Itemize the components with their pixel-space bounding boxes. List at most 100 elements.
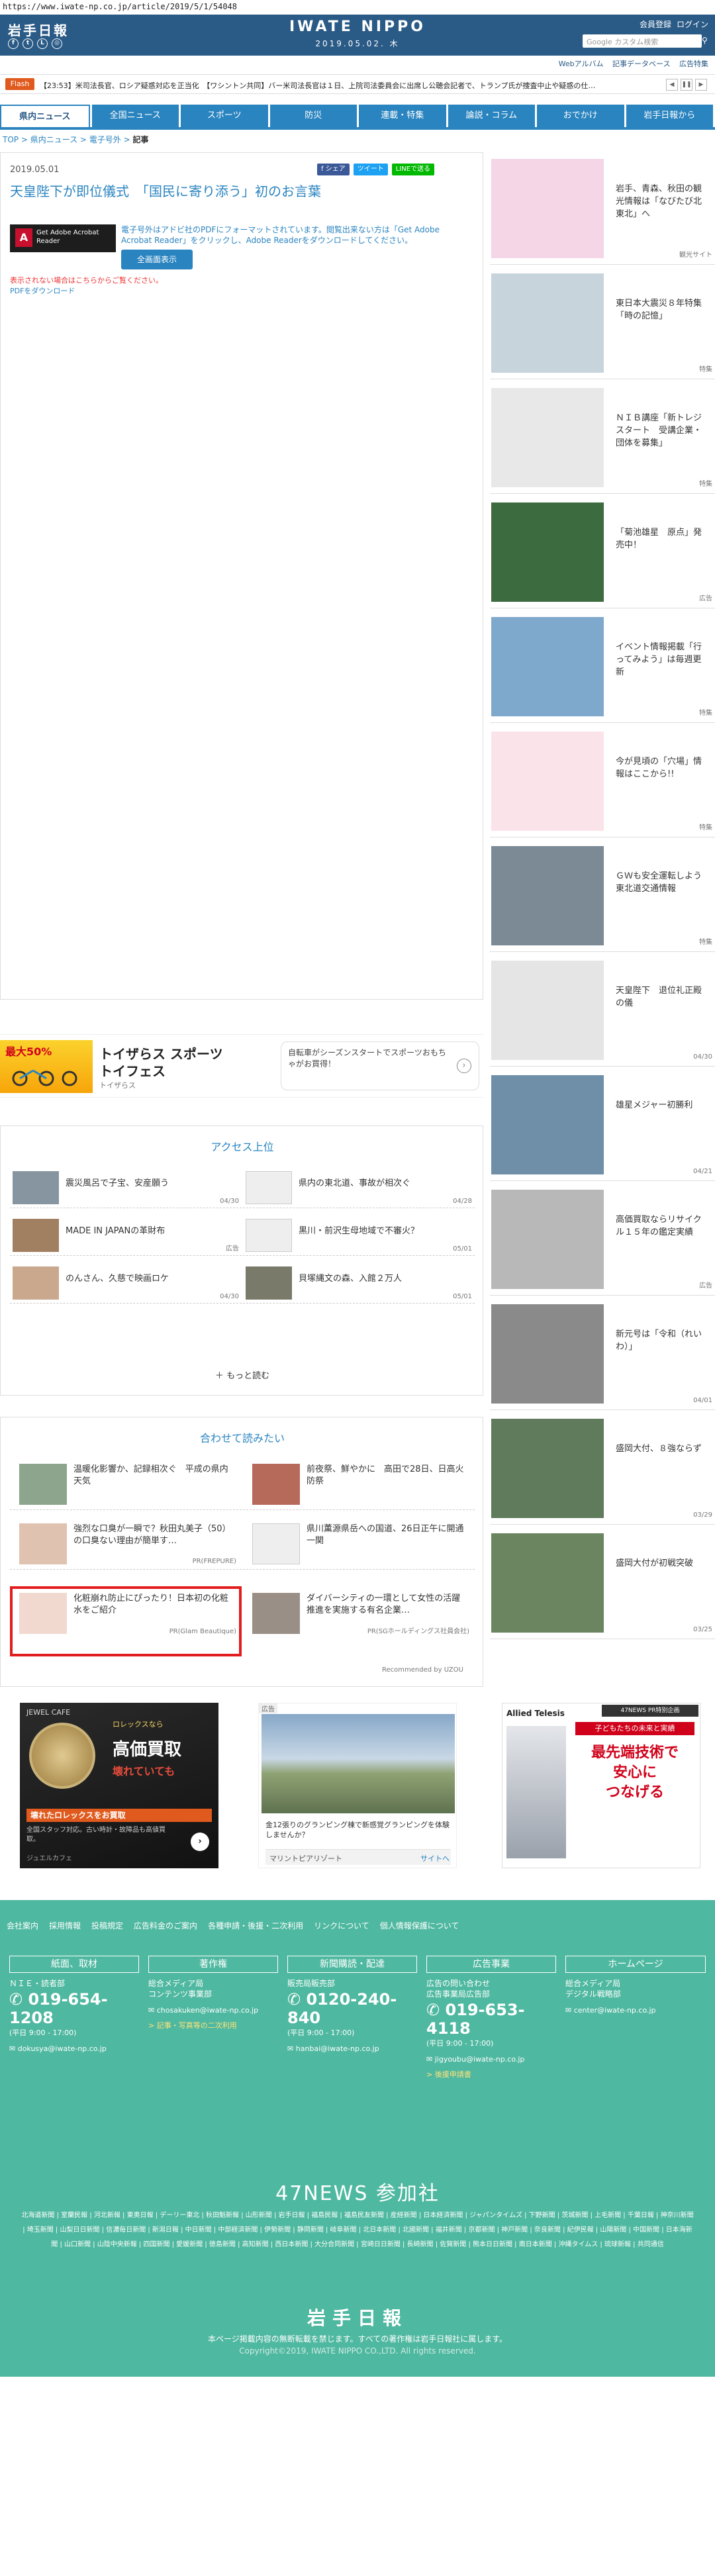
sidebar-item[interactable]: 天皇陛下 退位礼正殿の儀 04/30 <box>490 954 715 1067</box>
chevron-right-icon[interactable]: › <box>191 1833 209 1851</box>
site-logo[interactable]: 岩手日報 <box>8 20 87 38</box>
related-text: 強烈な口臭が一瞬で？秋田丸美子（50）の口臭ない理由が簡単す… <box>73 1524 231 1546</box>
toysrus-badge: 最大50% <box>5 1045 52 1058</box>
search-input[interactable]: Google カスタム検索 <box>583 34 702 48</box>
login-link[interactable]: ログイン <box>677 19 708 30</box>
ranking-item[interactable]: 貝塚縄文の森、入館２万人 05/01 <box>243 1261 475 1304</box>
sidebar-tag: 観光サイト <box>679 252 712 259</box>
breadcrumb-extra[interactable]: 電子号外 <box>89 135 121 144</box>
toysrus-ad[interactable]: 最大50% トイザらス スポーツ トイフェス トイザらス 自転車がシーズンスター… <box>0 1034 483 1098</box>
twitter-icon[interactable]: t <box>23 38 33 49</box>
tweet-button[interactable]: ツイート <box>353 164 388 175</box>
sidebar-tag: 特集 <box>699 481 712 488</box>
sidebar-thumbnail <box>491 159 604 258</box>
news47-list[interactable]: 北海道新聞 | 室蘭民報 | 河北新報 | 東奥日報 | デーリー東北 | 秋田… <box>20 2209 695 2252</box>
pdf-warning-link[interactable]: 表示されない場合はこちらからご覧ください。 <box>10 276 163 285</box>
sidebar-item[interactable]: 盛岡大付が初戦突破 03/25 <box>490 1527 715 1639</box>
breadcrumb-local[interactable]: 県内ニュース <box>30 135 77 144</box>
facebook-share-button[interactable]: f シェア <box>317 164 350 175</box>
nav-editorial[interactable]: 論説・コラム <box>448 105 535 127</box>
copyright: Copyright©2019, IWATE NIPPO CO.,LTD. All… <box>239 2346 476 2356</box>
sidebar-item[interactable]: 岩手、青森、秋田の観光情報は「なびたび北東北」へ 観光サイト <box>490 152 715 265</box>
sidebar-item[interactable]: イベント情報掲載「行ってみよう」は毎週更新 特集 <box>490 610 715 723</box>
glamping-ad[interactable]: 広告 金12張りのグランピング棟で新感覚グランピングを体験しませんか？ マリント… <box>258 1703 457 1868</box>
sponsorship-link[interactable]: > 後援申請書 <box>426 2069 556 2079</box>
instagram-icon[interactable]: ◎ <box>52 38 62 49</box>
nav-national-news[interactable]: 全国ニュース <box>91 105 179 127</box>
footer-link[interactable]: 個人情報保護について <box>380 1920 459 1931</box>
sidebar-item[interactable]: 東日本大震災８年特集「時の記憶」 特集 <box>490 267 715 379</box>
sidebar-item[interactable]: 今が見頃の「穴場」情報はここから!! 特集 <box>490 725 715 837</box>
line-share-button[interactable]: LINEで送る <box>391 164 435 175</box>
sidebar-thumbnail <box>491 1190 604 1289</box>
email-link[interactable]: ✉ hanbai@iwate-np.co.jp <box>287 2044 417 2053</box>
flash-prev-icon[interactable]: ◀ <box>666 79 678 91</box>
article-db-link[interactable]: 記事データベース <box>612 60 670 68</box>
flash-pause-icon[interactable]: ❚❚ <box>681 79 692 91</box>
phone-number[interactable]: ✆ 0120-240-840 <box>287 1990 417 2027</box>
allied-telesis-ad[interactable]: Allied Telesis 子どもたちの未来と実績 最先端技術で 安心に つな… <box>502 1703 700 1868</box>
ad-special-link[interactable]: 広告特集 <box>679 60 708 68</box>
flash-text[interactable]: 【23:53】米司法長官、ロシア疑惑対応を正当化 【ワシントン共同】バー米司法長… <box>40 80 642 91</box>
ranking-item[interactable]: のんさん、久慈で映画ロケ 04/30 <box>10 1261 242 1304</box>
nav-sports[interactable]: スポーツ <box>181 105 268 127</box>
related-item[interactable]: 前夜祭、鮮やかに 高田で28日、日高火防祭 <box>243 1457 475 1510</box>
facebook-icon[interactable]: f <box>8 38 19 49</box>
footer-link[interactable]: 会社案内 <box>7 1920 38 1931</box>
nav-local-news[interactable]: 県内ニュース <box>0 105 90 127</box>
search-icon[interactable]: ⚲ <box>702 36 711 45</box>
sidebar-item[interactable]: 雄星メジャー初勝利 04/21 <box>490 1069 715 1181</box>
reuse-link[interactable]: > 記事・写真等の二次利用 <box>148 2020 278 2030</box>
breadcrumb-top[interactable]: TOP <box>3 135 19 144</box>
ranking-item[interactable]: MADE IN JAPANの革財布 広告 <box>10 1214 242 1256</box>
more-button[interactable]: ＋ もっと読む <box>1 1368 484 1381</box>
uzou-credit[interactable]: Recommended by UZOU <box>382 1666 463 1674</box>
phone-number[interactable]: ✆ 019-654-1208 <box>9 1990 139 2027</box>
chevron-right-icon[interactable]: › <box>457 1059 471 1073</box>
ranking-item[interactable]: 県内の東北道、事故が相次ぐ 04/28 <box>243 1166 475 1208</box>
toysrus-description: 自転車がシーズンスタートでスポーツおもちゃがお買得！ <box>281 1041 479 1090</box>
footer-link[interactable]: 広告料金のご案内 <box>134 1920 197 1931</box>
fullscreen-button[interactable]: 全画面表示 <box>121 250 193 269</box>
sidebar-item[interactable]: 新元号は「令和（れいわ）」 04/01 <box>490 1298 715 1410</box>
register-link[interactable]: 会員登録 <box>640 19 671 30</box>
sidebar-item[interactable]: 「菊池雄星 原点」発売中！ 広告 <box>490 496 715 608</box>
footer-link[interactable]: 投稿規定 <box>91 1920 123 1931</box>
rolex-ad[interactable]: JEWEL CAFE ロレックスなら 高価買取 壊れていても 壊れたロレックスを… <box>20 1703 218 1868</box>
email-link[interactable]: ✉ chosakuken@iwate-np.co.jp <box>148 2006 278 2015</box>
rolex-vertical: 壊れていても <box>113 1765 175 1778</box>
nav-outing[interactable]: おでかけ <box>537 105 624 127</box>
related-item[interactable]: 県川薫源県岳への国道、26日正午に開通 一関 <box>243 1517 475 1570</box>
rolex-footer: ジュエルカフェ <box>26 1855 72 1862</box>
footer-link[interactable]: リンクについて <box>314 1920 369 1931</box>
nav-features[interactable]: 連載・特集 <box>359 105 446 127</box>
nav-disaster[interactable]: 防災 <box>269 105 357 127</box>
url-bar[interactable]: https://www.iwate-np.co.jp/article/2019/… <box>0 0 715 15</box>
nav-from-iwate-nippo[interactable]: 岩手日報から <box>626 105 713 127</box>
sidebar-item[interactable]: 高価買取ならリサイクル１５年の鑑定実績 広告 <box>490 1183 715 1296</box>
related-item[interactable]: 温暖化影響か、記録相次ぐ 平成の県内天気 <box>10 1457 242 1510</box>
ranking-item[interactable]: 震災風呂で子宝、安産願う 04/30 <box>10 1166 242 1208</box>
sidebar-item[interactable]: ＮＩＢ講座「新トレジスタート 受講企業・団体を募集」 特集 <box>490 381 715 494</box>
related-title: 合わせて読みたい <box>199 1432 285 1445</box>
sidebar-text: ＧＷも安全運転しよう 東北道交通情報 <box>616 871 711 894</box>
footer-link[interactable]: 各種申請・後援・二次利用 <box>208 1920 303 1931</box>
web-album-link[interactable]: Webアルバム <box>559 60 604 68</box>
glamping-site-link[interactable]: サイトへ <box>420 1853 450 1864</box>
email-link[interactable]: ✉ dokusya@iwate-np.co.jp <box>9 2044 139 2053</box>
phone-number[interactable]: ✆ 019-653-4118 <box>426 2001 556 2038</box>
arrow-icon: > <box>426 2070 435 2079</box>
related-item[interactable]: 強烈な口臭が一瞬で？秋田丸美子（50）の口臭ない理由が簡単す… PR(FREPU… <box>10 1517 242 1570</box>
flash-next-icon[interactable]: ▶ <box>695 79 707 91</box>
line-icon[interactable]: L <box>37 38 48 49</box>
email-link[interactable]: ✉ center@iwate-np.co.jp <box>565 2006 706 2015</box>
related-item[interactable]: ダイバーシティの一環として女性の活躍推進を実施する有名企業… PR(SGホールデ… <box>243 1586 475 1639</box>
email-link[interactable]: ✉ jigyoubu@iwate-np.co.jp <box>426 2055 556 2064</box>
related-articles: 合わせて読みたい 温暖化影響か、記録相次ぐ 平成の県内天気 前夜祭、鮮やかに 高… <box>0 1417 483 1687</box>
pdf-download-link[interactable]: PDFをダウンロード <box>10 285 75 296</box>
sidebar-item[interactable]: 盛岡大付、８強ならず 03/29 <box>490 1412 715 1525</box>
ranking-item[interactable]: 黒川・前沢生母地域で不審火？ 05/01 <box>243 1214 475 1256</box>
footer-link[interactable]: 採用情報 <box>49 1920 81 1931</box>
footer-col-advertising: 広告事業 広告の問い合わせ 広告事業局広告部 ✆ 019-653-4118 (平… <box>426 1956 556 2079</box>
sidebar-item[interactable]: ＧＷも安全運転しよう 東北道交通情報 特集 <box>490 839 715 952</box>
